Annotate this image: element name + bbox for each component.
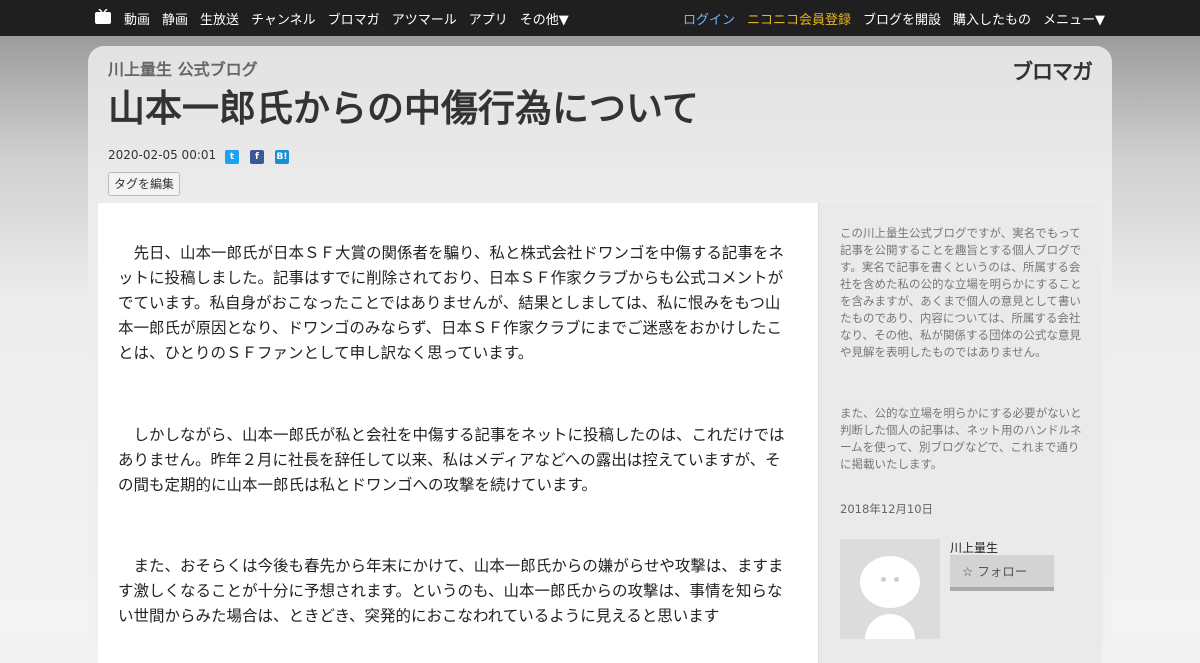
- purchased-link[interactable]: 購入したもの: [953, 9, 1031, 28]
- author-avatar[interactable]: [840, 539, 940, 639]
- star-outline-icon: ☆: [962, 564, 974, 579]
- nav-item-more[interactable]: その他▼: [520, 9, 569, 28]
- nav-item-atsumaru[interactable]: アツマール: [392, 9, 457, 28]
- blog-name-link[interactable]: 川上量生 公式ブログ: [108, 56, 258, 80]
- article-body: 先日、山本一郎氏が日本ＳＦ大賞の関係者を騙り、私と株式会社ドワンゴを中傷する記事…: [98, 203, 819, 663]
- follow-label: フォロー: [977, 564, 1028, 579]
- nav-item-blomaga[interactable]: ブロマガ: [328, 9, 380, 28]
- blomaga-logo[interactable]: ブロマガ: [1012, 56, 1093, 86]
- blog-description-note: また、公的な立場を明らかにする必要がないと判断した個人の記事は、ネット用のハンド…: [840, 406, 1082, 471]
- nav-item-video[interactable]: 動画: [124, 9, 150, 28]
- nav-item-channel[interactable]: チャンネル: [251, 9, 316, 28]
- sidebar: この川上量生公式ブログですが、実名でもって記事を公開することを趣旨とする個人ブロ…: [819, 203, 1102, 663]
- top-nav-bar: 動画 静画 生放送 チャンネル ブロマガ アツマール アプリ その他▼ ログイン…: [0, 0, 1200, 36]
- login-link[interactable]: ログイン: [683, 9, 735, 28]
- nav-left-menu: 動画 静画 生放送 チャンネル ブロマガ アツマール アプリ その他▼: [124, 0, 581, 36]
- article-paragraph: また、おそらくは今後も春先から年末にかけて、山本一郎氏からの嫌がらせや攻撃は、ま…: [118, 557, 784, 625]
- blog-description: この川上量生公式ブログですが、実名でもって記事を公開することを趣旨とする個人ブロ…: [840, 226, 1082, 359]
- niconico-tv-icon[interactable]: [94, 9, 112, 24]
- avatar-eye: [894, 577, 899, 582]
- avatar-body-shape: [865, 614, 915, 639]
- facebook-share-icon[interactable]: f: [250, 150, 264, 164]
- avatar-head-shape: [860, 556, 920, 608]
- article-date: 2020-02-05 00:01: [108, 148, 217, 162]
- article-title: 山本一郎氏からの中傷行為について: [108, 87, 699, 130]
- nav-item-apps[interactable]: アプリ: [469, 9, 508, 28]
- article-paragraph: 先日、山本一郎氏が日本ＳＦ大賞の関係者を騙り、私と株式会社ドワンゴを中傷する記事…: [118, 244, 784, 362]
- author-name[interactable]: 川上量生: [950, 539, 998, 556]
- follow-button[interactable]: ☆ フォロー: [950, 555, 1054, 591]
- hatena-bookmark-icon[interactable]: B!: [275, 150, 289, 164]
- menu-dropdown[interactable]: メニュー▼: [1043, 9, 1105, 28]
- nav-item-seiga[interactable]: 静画: [162, 9, 188, 28]
- register-link[interactable]: ニコニコ会員登録: [747, 9, 851, 28]
- sidebar-date: 2018年12月10日: [840, 502, 934, 516]
- open-blog-link[interactable]: ブログを開設: [863, 9, 941, 28]
- nav-right-menu: ログイン ニコニコ会員登録 ブログを開設 購入したもの メニュー▼: [671, 0, 1105, 36]
- article-paragraph: しかしながら、山本一郎氏が私と会社を中傷する記事をネットに投稿したのは、これだけ…: [118, 426, 785, 494]
- nav-item-live[interactable]: 生放送: [200, 9, 239, 28]
- blog-container: 川上量生 公式ブログ ブロマガ 山本一郎氏からの中傷行為について 2020-02…: [88, 46, 1112, 663]
- edit-tags-button[interactable]: タグを編集: [108, 172, 181, 196]
- avatar-eye: [881, 577, 886, 582]
- twitter-share-icon[interactable]: t: [225, 150, 239, 164]
